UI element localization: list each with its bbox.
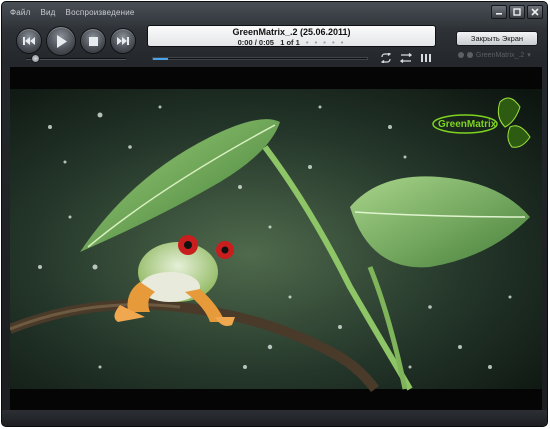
video-frame-image: GreenMatrix — [10, 67, 542, 411]
media-player-window: Файл Вид Воспроизведение GreenMatrix_.2 … — [1, 1, 548, 427]
playback-mode-icons — [380, 53, 432, 63]
watermark-text: GreenMatrix — [438, 119, 497, 130]
play-button[interactable] — [46, 26, 76, 56]
seek-bar[interactable] — [152, 56, 368, 62]
next-button[interactable] — [110, 28, 136, 54]
menu-playback[interactable]: Воспроизведение — [66, 6, 135, 20]
minimize-button[interactable] — [491, 5, 507, 19]
window-controls — [491, 5, 543, 19]
transport-controls — [16, 26, 136, 56]
track-title: GreenMatrix_.2 (25.06.2011) — [232, 27, 351, 37]
track-position: 1 of 1 — [280, 38, 300, 47]
equalizer-icon[interactable] — [420, 53, 432, 63]
maximize-icon — [513, 8, 521, 16]
track-time-line: 0:00 / 0:05 1 of 1 • • • • • — [148, 38, 435, 47]
stop-icon — [88, 36, 98, 46]
close-fullscreen-button[interactable]: Закрыть Экран — [456, 31, 538, 46]
menu-file[interactable]: Файл — [10, 6, 30, 20]
repeat-icon[interactable] — [380, 53, 392, 63]
play-icon — [57, 34, 67, 48]
record-dot-icon — [458, 52, 464, 58]
seek-track — [152, 57, 368, 60]
previous-button[interactable] — [16, 28, 42, 54]
menu-bar: Файл Вид Воспроизведение — [10, 6, 135, 20]
record-dot-icon-2 — [467, 52, 473, 58]
playlist-name: GreenMatrix_.2 — [476, 51, 525, 59]
video-display[interactable]: GreenMatrix — [10, 67, 542, 411]
track-dots: • • • • • — [305, 38, 346, 47]
volume-slider[interactable] — [26, 54, 126, 63]
track-time: 0:00 / 0:05 — [237, 38, 274, 47]
playlist-selector[interactable]: GreenMatrix_.2 ▾ — [458, 51, 531, 59]
close-icon — [531, 8, 539, 16]
status-bar — [2, 410, 547, 426]
maximize-button[interactable] — [509, 5, 525, 19]
now-playing-panel: GreenMatrix_.2 (25.06.2011) 0:00 / 0:05 … — [147, 25, 436, 47]
minimize-icon — [496, 13, 502, 15]
volume-knob[interactable] — [31, 54, 40, 63]
close-button[interactable] — [527, 5, 543, 19]
chevron-down-icon: ▾ — [527, 52, 531, 59]
previous-icon — [23, 37, 35, 45]
seek-progress — [153, 58, 169, 60]
stop-button[interactable] — [80, 28, 106, 54]
volume-track — [26, 58, 126, 60]
shuffle-icon[interactable] — [400, 53, 412, 63]
next-icon — [117, 37, 129, 45]
menu-view[interactable]: Вид — [40, 6, 55, 20]
